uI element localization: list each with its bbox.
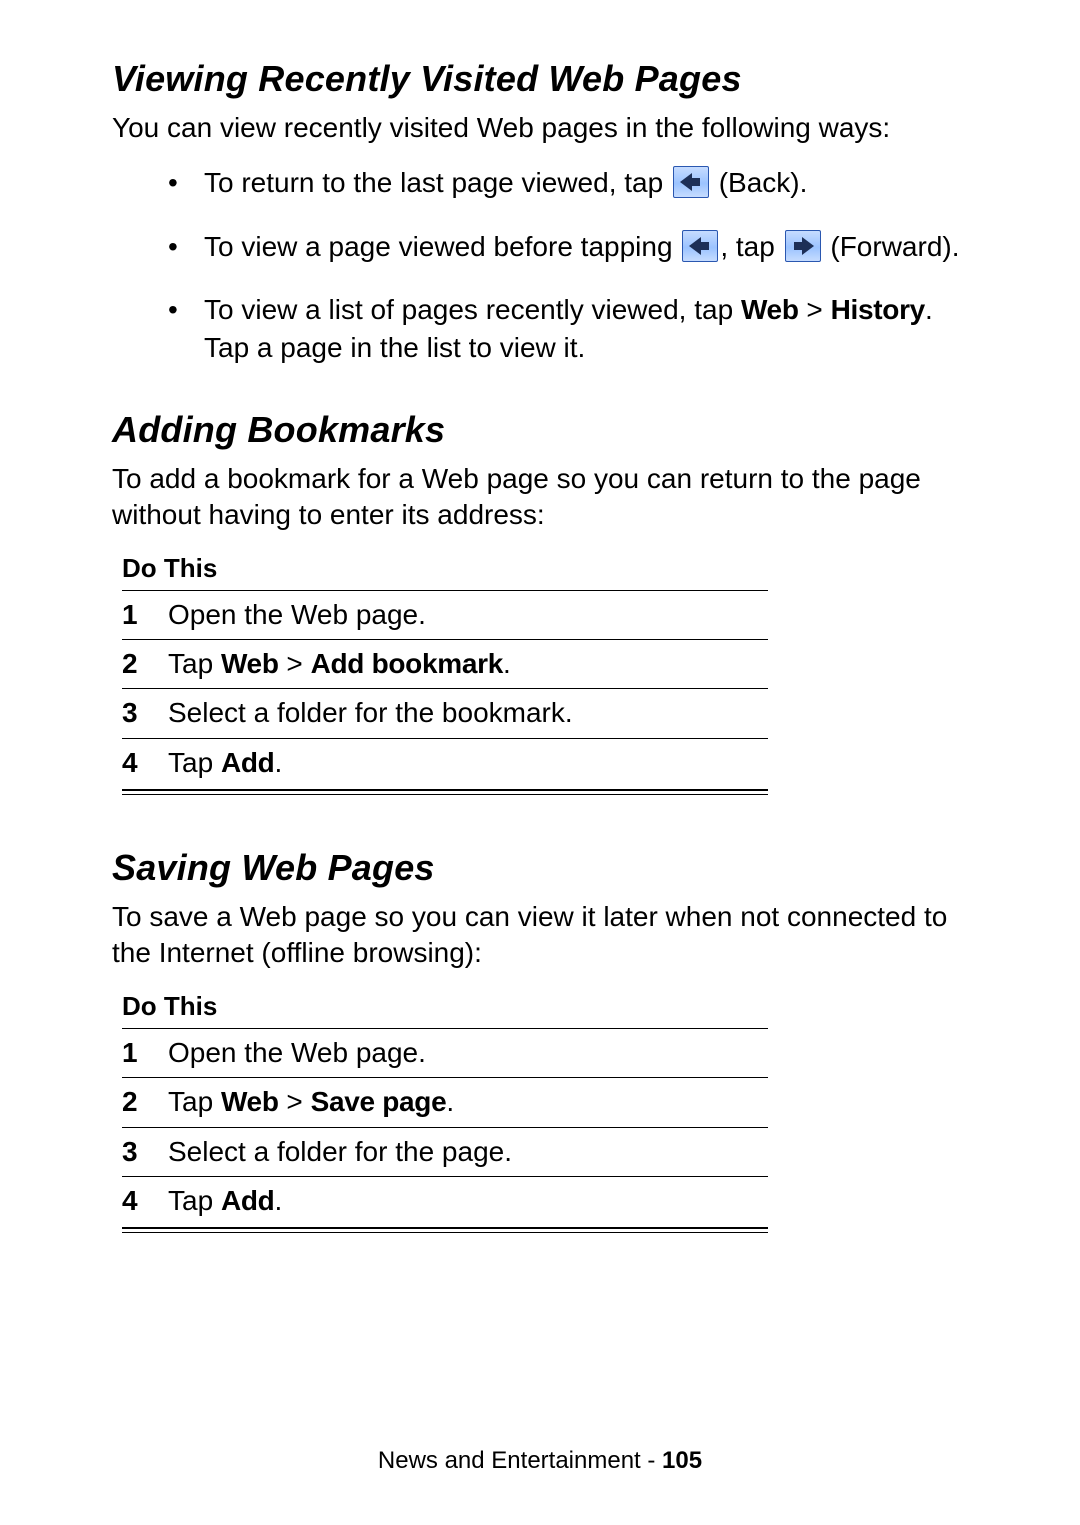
step-number: 3 — [122, 1134, 168, 1170]
menu-add: Add — [221, 747, 275, 778]
step-gt: > — [279, 648, 311, 679]
step-number: 2 — [122, 646, 168, 682]
back-icon — [682, 230, 718, 262]
heading-adding-bookmarks: Adding Bookmarks — [112, 409, 970, 451]
step-row: 3 Select a folder for the bookmark. — [122, 688, 768, 737]
menu-add: Add — [221, 1185, 275, 1216]
step-pre: Tap — [168, 648, 221, 679]
step-pre: Tap — [168, 747, 221, 778]
step-post: . — [446, 1086, 454, 1117]
step-row: 4 Tap Add. — [122, 1176, 768, 1225]
heading-saving-pages: Saving Web Pages — [112, 847, 970, 889]
menu-history: History — [831, 294, 925, 325]
step-row: 1 Open the Web page. — [122, 590, 768, 639]
steps-header: Do This — [122, 551, 768, 590]
step-row: 3 Select a folder for the page. — [122, 1127, 768, 1176]
heading-viewing-recent: Viewing Recently Visited Web Pages — [112, 58, 970, 100]
bullet-fwd-post: (Forward). — [830, 231, 959, 262]
step-number: 3 — [122, 695, 168, 731]
bullet-hist-pre: To view a list of pages recently viewed,… — [204, 294, 741, 325]
intro-viewing-recent: You can view recently visited Web pages … — [112, 110, 970, 146]
forward-icon — [785, 230, 821, 262]
step-row: 1 Open the Web page. — [122, 1028, 768, 1077]
bullet-fwd-mid: , tap — [720, 231, 782, 262]
step-post: . — [274, 747, 282, 778]
step-text: Select a folder for the page. — [168, 1134, 768, 1170]
intro-adding-bookmarks: To add a bookmark for a Web page so you … — [112, 461, 970, 533]
bullet-history: To view a list of pages recently viewed,… — [168, 291, 960, 367]
footer-chapter: News and Entertainment - — [378, 1447, 662, 1474]
step-row: 4 Tap Add. — [122, 738, 768, 787]
step-post: . — [503, 648, 511, 679]
steps-end-rule — [122, 1227, 768, 1229]
step-number: 1 — [122, 597, 168, 633]
step-row: 2 Tap Web > Add bookmark. — [122, 639, 768, 688]
step-number: 1 — [122, 1035, 168, 1071]
bullet-back-pre: To return to the last page viewed, tap — [204, 167, 671, 198]
steps-add-bookmark: Do This 1 Open the Web page. 2 Tap Web >… — [122, 551, 768, 792]
bullet-fwd-pre: To view a page viewed before tapping — [204, 231, 680, 262]
steps-header: Do This — [122, 989, 768, 1028]
back-icon — [673, 166, 709, 198]
step-row: 2 Tap Web > Save page. — [122, 1077, 768, 1126]
menu-add-bookmark: Add bookmark — [311, 648, 503, 679]
step-number: 4 — [122, 745, 168, 781]
step-number: 4 — [122, 1183, 168, 1219]
step-number: 2 — [122, 1084, 168, 1120]
step-post: . — [274, 1185, 282, 1216]
step-gt: > — [279, 1086, 311, 1117]
intro-saving-pages: To save a Web page so you can view it la… — [112, 899, 970, 971]
bullet-back-post: (Back). — [719, 167, 808, 198]
footer-page-number: 105 — [662, 1447, 702, 1474]
menu-save-page: Save page — [311, 1086, 447, 1117]
menu-web: Web — [221, 648, 279, 679]
step-pre: Tap — [168, 1086, 221, 1117]
step-text: Open the Web page. — [168, 1035, 768, 1071]
step-pre: Tap — [168, 1185, 221, 1216]
bullet-hist-gt: > — [799, 294, 831, 325]
steps-end-rule — [122, 789, 768, 791]
step-text: Tap Add. — [168, 745, 768, 781]
menu-web: Web — [741, 294, 799, 325]
bullet-back: To return to the last page viewed, tap (… — [168, 164, 960, 202]
step-text: Tap Web > Save page. — [168, 1084, 768, 1120]
step-text: Open the Web page. — [168, 597, 768, 633]
bullet-forward: To view a page viewed before tapping , t… — [168, 228, 960, 266]
steps-save-page: Do This 1 Open the Web page. 2 Tap Web >… — [122, 989, 768, 1230]
step-text: Tap Add. — [168, 1183, 768, 1219]
step-text: Select a folder for the bookmark. — [168, 695, 768, 731]
step-text: Tap Web > Add bookmark. — [168, 646, 768, 682]
menu-web: Web — [221, 1086, 279, 1117]
page-footer: News and Entertainment - 105 — [0, 1447, 1080, 1475]
recent-bullets: To return to the last page viewed, tap (… — [112, 164, 970, 367]
